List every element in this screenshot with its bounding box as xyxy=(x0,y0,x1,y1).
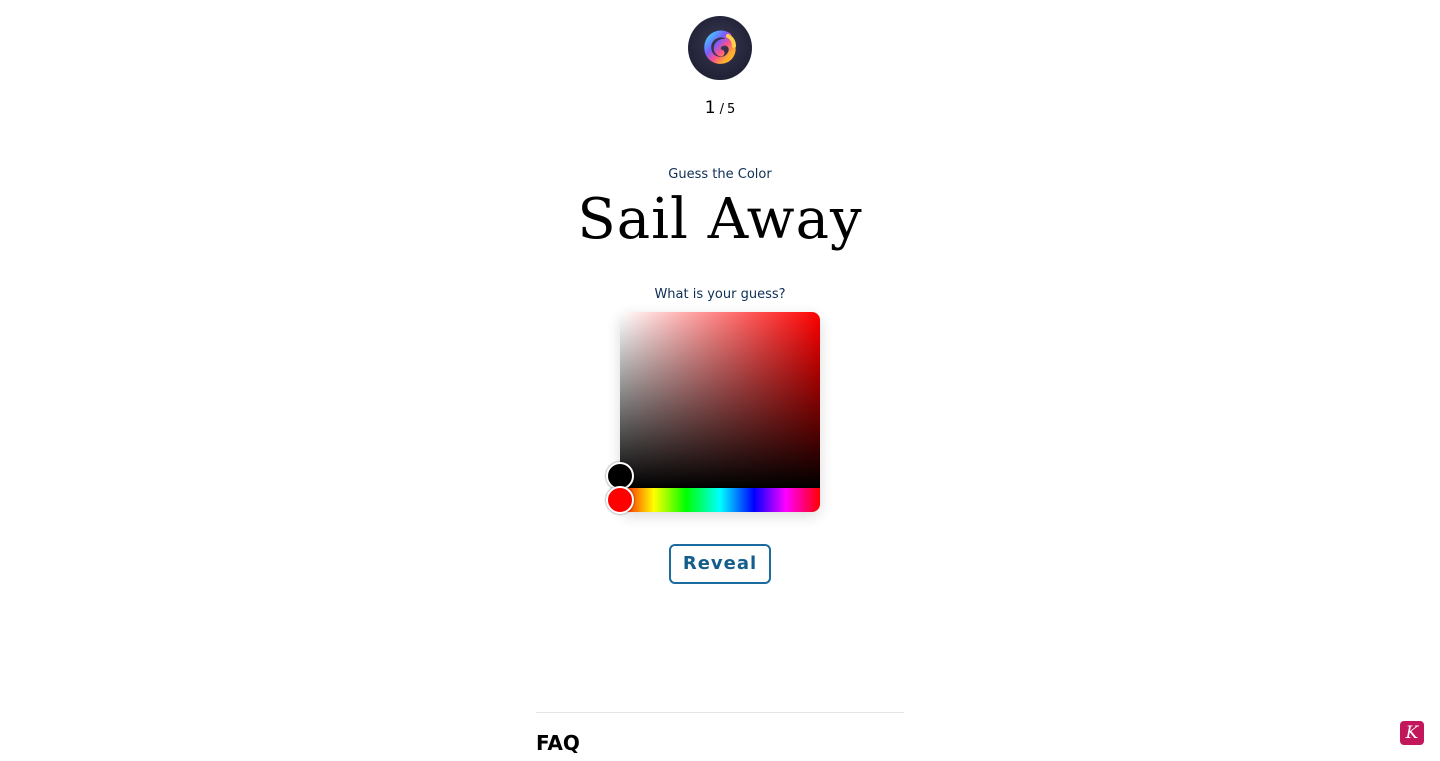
page: 1/5 Guess the Color Sail Away What is yo… xyxy=(0,0,1440,761)
section-divider xyxy=(536,712,904,713)
game-kicker: Guess the Color xyxy=(668,167,772,182)
k-badge-icon[interactable]: K xyxy=(1400,721,1424,745)
reveal-button[interactable]: Reveal xyxy=(669,544,771,584)
swirl-logo-icon[interactable] xyxy=(688,16,752,80)
hue-slider[interactable] xyxy=(620,488,820,512)
guess-question: What is your guess? xyxy=(654,287,786,302)
faq-heading: FAQ xyxy=(536,731,580,755)
color-picker[interactable] xyxy=(606,312,820,514)
hue-handle[interactable] xyxy=(606,486,634,514)
progress-separator: / xyxy=(719,102,724,117)
color-name-title: Sail Away xyxy=(577,187,863,252)
progress-counter: 1/5 xyxy=(0,96,1440,122)
progress-total: 5 xyxy=(726,102,736,117)
saturation-value-area[interactable] xyxy=(620,312,820,488)
progress-current: 1 xyxy=(704,98,716,118)
k-badge-label: K xyxy=(1405,723,1419,743)
